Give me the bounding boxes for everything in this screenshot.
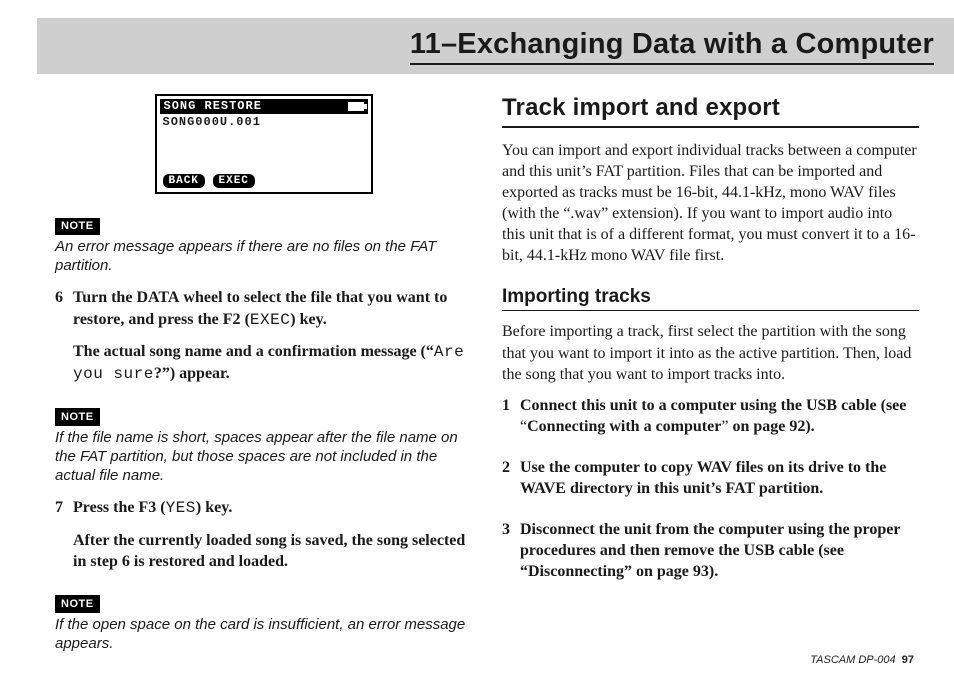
note-text: If the open space on the card is insuffi… — [55, 615, 472, 653]
section-intro: You can import and export individual tra… — [502, 140, 919, 267]
note-label: NOTE — [55, 595, 100, 613]
yes-ref: YES — [166, 499, 196, 517]
footer-brand: TASCAM DP-004 — [810, 654, 895, 666]
page-footer: TASCAM DP-004 97 — [810, 654, 914, 666]
f2-key-ref: F2 — [223, 311, 241, 328]
step-number: 7 — [55, 497, 73, 581]
note-text: An error message appears if there are no… — [55, 237, 472, 275]
step-6-line2: The actual song name and a confirmation … — [73, 341, 472, 385]
chapter-title: 11–Exchanging Data with a Computer — [410, 28, 934, 65]
step-number: 3 — [502, 519, 520, 592]
subsection-intro: Before importing a track, first select t… — [502, 321, 919, 384]
step-1: 1 Connect this unit to a computer using … — [502, 395, 919, 447]
left-column: SONG RESTORE SONG000U.001 BACK EXEC NOTE… — [55, 92, 472, 665]
step-7: 7 Press the F3 (YES) key. After the curr… — [55, 497, 472, 581]
xref-connecting: Connecting with a computer — [527, 418, 721, 435]
step-6-line1: Turn the DATA wheel to select the file t… — [73, 287, 472, 330]
step-7-line1: Press the F3 (YES) key. — [73, 497, 472, 519]
manual-page: 11–Exchanging Data with a Computer SONG … — [0, 0, 954, 680]
lcd-back-button: BACK — [163, 174, 205, 188]
step-number: 6 — [55, 287, 73, 394]
note-label: NOTE — [55, 218, 100, 236]
step-number: 1 — [502, 395, 520, 447]
step-1-text: Connect this unit to a computer using th… — [520, 395, 919, 437]
step-6: 6 Turn the DATA wheel to select the file… — [55, 287, 472, 394]
note-label: NOTE — [55, 408, 100, 426]
lcd-screenshot: SONG RESTORE SONG000U.001 BACK EXEC — [155, 94, 373, 194]
f3-key-ref: F3 — [138, 499, 156, 516]
section-heading: Track import and export — [502, 92, 919, 128]
exec-ref: EXEC — [250, 311, 290, 329]
subsection-heading: Importing tracks — [502, 284, 919, 311]
lcd-title: SONG RESTORE — [164, 99, 262, 115]
step-7-line2: After the currently loaded song is saved… — [73, 530, 472, 572]
lcd-exec-button: EXEC — [213, 174, 255, 188]
step-3: 3 Disconnect the unit from the computer … — [502, 519, 919, 592]
step-3-text: Disconnect the unit from the computer us… — [520, 519, 919, 582]
note-text: If the file name is short, spaces appear… — [55, 428, 472, 486]
lcd-filename: SONG000U.001 — [163, 115, 261, 131]
step-2: 2 Use the computer to copy WAV files on … — [502, 457, 919, 509]
page-number: 97 — [902, 654, 914, 666]
data-wheel-ref: DATA — [136, 289, 179, 306]
right-column: Track import and export You can import a… — [502, 92, 919, 665]
battery-icon — [348, 102, 364, 111]
step-number: 2 — [502, 457, 520, 509]
step-2-text: Use the computer to copy WAV files on it… — [520, 457, 919, 499]
chapter-header: 11–Exchanging Data with a Computer — [37, 18, 954, 74]
